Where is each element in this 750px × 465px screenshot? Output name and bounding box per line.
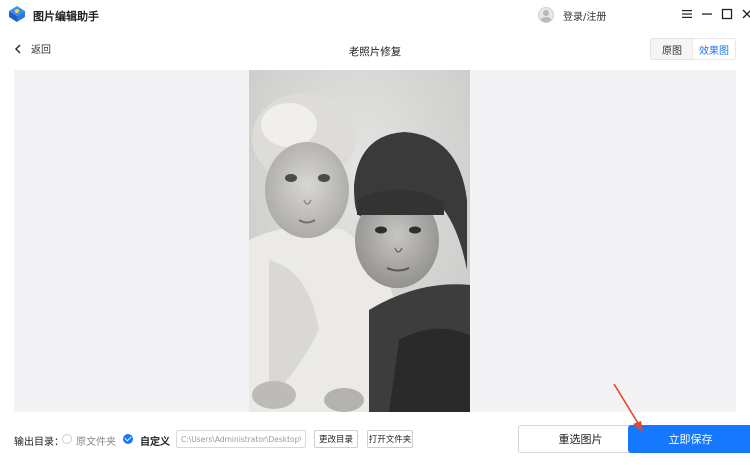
preview-canvas [14, 70, 736, 412]
login-link[interactable]: 登录/注册 [563, 8, 606, 23]
app-title: 图片编辑助手 [33, 10, 99, 23]
maximize-icon[interactable] [718, 6, 736, 22]
reselect-image-button[interactable]: 重选图片 [518, 425, 643, 453]
change-dir-button[interactable]: 更改目录 [314, 430, 358, 448]
window-controls [676, 6, 750, 22]
sub-header: 返回 老照片修复 原图 效果图 [0, 34, 750, 64]
restored-photo-image [249, 70, 470, 412]
login-area[interactable]: 登录/注册 [538, 5, 606, 25]
radio-original-folder-label[interactable]: 原文件夹 [76, 433, 116, 448]
radio-custom-label[interactable]: 自定义 [140, 433, 170, 448]
minimize-icon[interactable] [698, 6, 716, 22]
save-now-button[interactable]: 立即保存 [628, 425, 750, 453]
app-logo-icon [9, 6, 25, 22]
tab-original[interactable]: 原图 [651, 39, 693, 59]
close-icon[interactable] [738, 6, 750, 22]
page-title: 老照片修复 [348, 46, 402, 58]
open-folder-button[interactable]: 打开文件夹 [367, 430, 413, 448]
menu-icon[interactable] [678, 6, 696, 22]
tab-result[interactable]: 效果图 [693, 39, 735, 59]
radio-custom[interactable] [123, 434, 133, 444]
output-dir-label: 输出目录： [14, 437, 64, 448]
avatar-icon[interactable] [538, 7, 554, 23]
bottom-bar: 输出目录： 原文件夹 自定义 更改目录 打开文件夹 重选图片 立即保存 [0, 418, 750, 465]
radio-original-folder[interactable] [62, 434, 72, 444]
title-bar: 图片编辑助手 登录/注册 [0, 0, 750, 30]
view-toggle: 原图 效果图 [650, 38, 736, 60]
output-path-input[interactable] [176, 430, 306, 448]
